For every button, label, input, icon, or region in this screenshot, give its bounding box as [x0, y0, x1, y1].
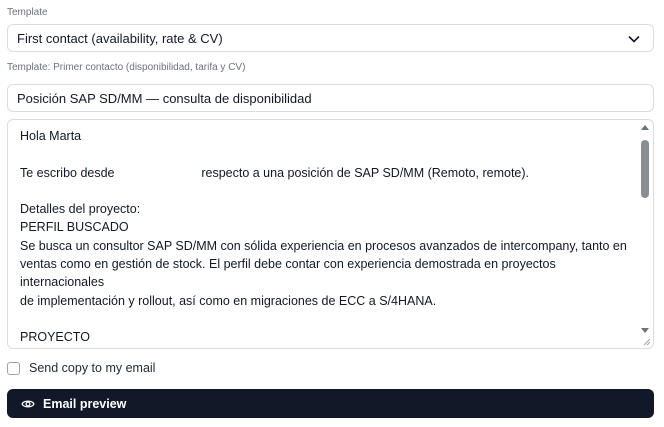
- eye-icon: [21, 400, 35, 407]
- resize-handle-icon[interactable]: [641, 336, 651, 346]
- send-copy-checkbox[interactable]: [7, 361, 20, 375]
- template-select[interactable]: First contact (availability, rate & CV): [7, 24, 654, 52]
- message-body-textarea[interactable]: Hola Marta Te escribo desde respecto a u…: [7, 119, 654, 349]
- template-label: Template: [7, 7, 48, 18]
- subject-input[interactable]: [7, 84, 654, 112]
- send-copy-row[interactable]: Send copy to my email: [7, 361, 155, 375]
- email-preview-button[interactable]: Email preview: [7, 389, 654, 418]
- message-body-text: Hola Marta Te escribo desde respecto a u…: [20, 129, 627, 345]
- email-compose-form: Template First contact (availability, ra…: [0, 0, 664, 427]
- email-preview-label: Email preview: [43, 396, 127, 411]
- template-caption: Template: Primer contacto (disponibilida…: [7, 62, 246, 73]
- send-copy-label: Send copy to my email: [29, 361, 156, 375]
- message-body-scrollbar[interactable]: [639, 122, 651, 334]
- scroll-up-arrow-icon[interactable]: [641, 125, 649, 130]
- chevron-down-icon: [628, 36, 640, 43]
- scroll-down-arrow-icon[interactable]: [641, 328, 649, 333]
- template-selected-value: First contact (availability, rate & CV): [17, 30, 223, 46]
- scrollbar-thumb[interactable]: [641, 140, 649, 198]
